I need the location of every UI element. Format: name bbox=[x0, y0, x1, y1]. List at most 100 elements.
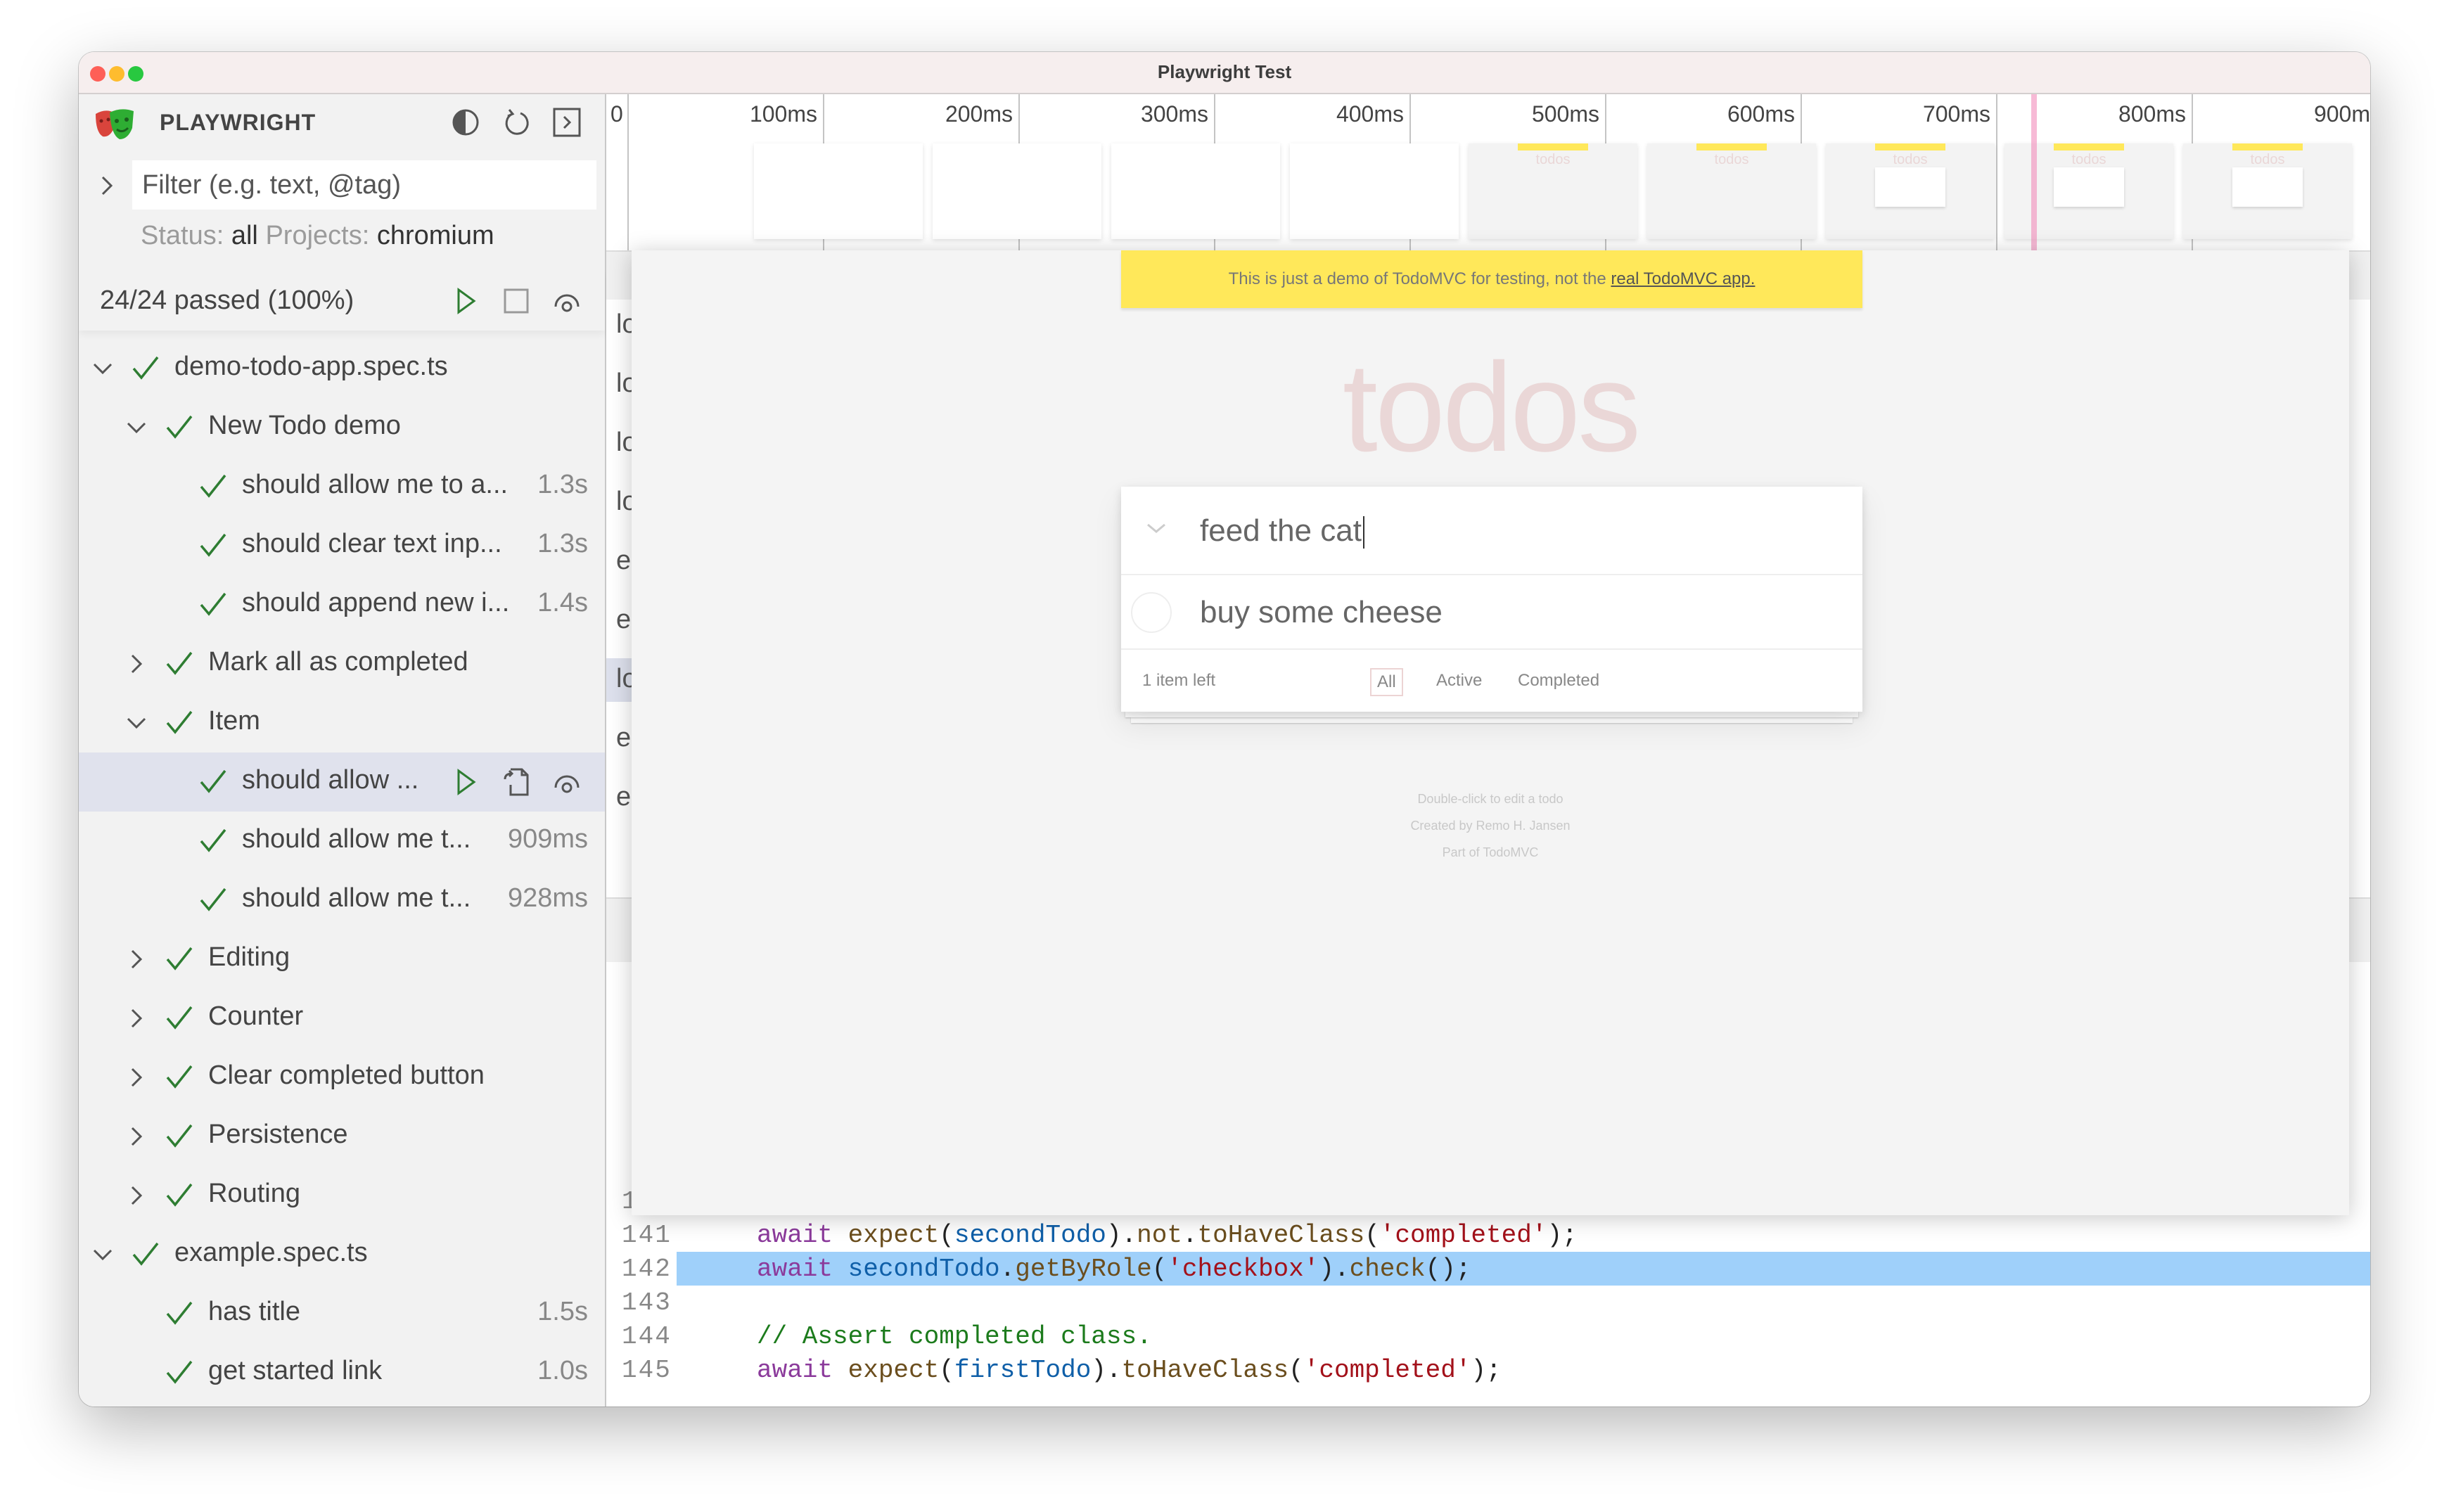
tree-item[interactable]: Counter bbox=[79, 989, 605, 1048]
tree-item[interactable]: should clear text inp... 1.3s bbox=[79, 516, 605, 575]
items-left-count: 1 item left bbox=[1142, 671, 1216, 690]
tree-item[interactable]: should append new i... 1.4s bbox=[79, 575, 605, 634]
run-all-icon[interactable] bbox=[450, 286, 481, 316]
thumb-banner bbox=[1696, 143, 1767, 150]
toggle-panel-icon[interactable] bbox=[551, 107, 582, 138]
tree-item[interactable]: Routing bbox=[79, 1166, 605, 1225]
filter-completed[interactable]: Completed bbox=[1512, 668, 1605, 693]
toggle-all-icon[interactable] bbox=[1142, 518, 1170, 539]
timeline-tick-label: 900ms bbox=[2313, 101, 2370, 127]
banner-link[interactable]: real TodoMVC app. bbox=[1611, 269, 1755, 288]
action-item-label[interactable]: e bbox=[616, 723, 631, 753]
tree-item-label: get started link bbox=[208, 1356, 383, 1385]
todo-item[interactable]: buy some cheese bbox=[1121, 575, 1862, 650]
timeline-thumbnail[interactable]: todos bbox=[1469, 143, 1637, 239]
tree-item[interactable]: demo-todo-app.spec.ts bbox=[79, 339, 605, 398]
watch-test-icon[interactable] bbox=[551, 767, 582, 797]
thumb-card bbox=[2232, 167, 2303, 207]
filter-all[interactable]: All bbox=[1370, 668, 1403, 696]
timeline[interactable]: 0 100ms 200ms 300ms 400ms 500ms 600ms 700ms 800… bbox=[606, 94, 2370, 252]
tree-item[interactable]: Editing bbox=[79, 930, 605, 989]
thumb-title: todos bbox=[2250, 152, 2285, 167]
filter-input[interactable] bbox=[132, 160, 596, 210]
tree-item[interactable]: Mark all as completed bbox=[79, 634, 605, 693]
tree-item-label: Mark all as completed bbox=[208, 647, 468, 677]
code-token: ). bbox=[1319, 1255, 1350, 1283]
tree-item[interactable]: Persistence bbox=[79, 1107, 605, 1166]
code-token: toHaveClass bbox=[1121, 1356, 1289, 1385]
projects-value[interactable]: chromium bbox=[377, 221, 494, 250]
tree-item[interactable]: should allow ... bbox=[79, 752, 605, 812]
code-token: secondTodo bbox=[848, 1255, 1000, 1283]
timeline-thumbnail[interactable] bbox=[933, 143, 1101, 239]
passed-check-icon bbox=[200, 592, 226, 616]
action-item-label[interactable]: e bbox=[616, 605, 631, 635]
tree-item[interactable]: Item bbox=[79, 693, 605, 752]
chevron-right-icon[interactable] bbox=[124, 947, 149, 972]
status-label: Status: bbox=[141, 221, 224, 250]
code-token: await bbox=[757, 1255, 848, 1283]
filter-active[interactable]: Active bbox=[1431, 668, 1488, 693]
timeline-thumbnail[interactable]: todos bbox=[1826, 143, 1995, 239]
tree-item-label: Counter bbox=[208, 1001, 304, 1031]
action-item-label[interactable]: e bbox=[616, 782, 631, 812]
new-todo-input[interactable]: feed the cat bbox=[1121, 487, 1862, 575]
timeline-tick-label: 500ms bbox=[1531, 101, 1599, 127]
tree-item[interactable]: Clear completed button bbox=[79, 1048, 605, 1107]
chevron-down-icon[interactable] bbox=[124, 415, 149, 440]
tree-item[interactable]: example.spec.ts bbox=[79, 1225, 605, 1284]
test-duration: 1.3s bbox=[537, 529, 588, 558]
chevron-down-icon[interactable] bbox=[124, 710, 149, 736]
chevron-down-icon[interactable] bbox=[90, 356, 115, 381]
tree-item-label: should allow me to a... bbox=[242, 470, 509, 499]
thumb-banner bbox=[1518, 143, 1588, 150]
stop-icon[interactable] bbox=[501, 286, 532, 316]
test-duration: 1.5s bbox=[537, 1297, 588, 1326]
run-test-icon[interactable] bbox=[450, 767, 481, 797]
chevron-right-icon[interactable] bbox=[124, 651, 149, 677]
status-value[interactable]: all bbox=[231, 221, 258, 250]
timeline-cursor[interactable] bbox=[2031, 94, 2038, 250]
code-token: expect bbox=[848, 1221, 940, 1250]
code-token: getByRole bbox=[1015, 1255, 1152, 1283]
info-edit-hint: Double-click to edit a todo bbox=[1417, 792, 1564, 806]
code-token: secondTodo bbox=[954, 1221, 1106, 1250]
timeline-thumbnail[interactable] bbox=[1290, 143, 1459, 239]
thumb-title: todos bbox=[1714, 152, 1749, 167]
tree-item[interactable]: get started link 1.0s bbox=[79, 1343, 605, 1402]
chevron-right-icon[interactable] bbox=[124, 1124, 149, 1149]
timeline-thumbnail[interactable] bbox=[1111, 143, 1280, 239]
chevron-right-icon[interactable] bbox=[96, 173, 117, 198]
action-item-label[interactable]: e bbox=[616, 546, 631, 576]
tree-item-label: should append new i... bbox=[242, 588, 510, 617]
timeline-thumbnail[interactable]: todos bbox=[2183, 143, 2352, 239]
reload-icon[interactable] bbox=[501, 107, 532, 138]
passed-check-icon bbox=[166, 1065, 193, 1089]
chevron-right-icon[interactable] bbox=[124, 1006, 149, 1031]
passed-check-icon bbox=[166, 415, 193, 439]
chevron-right-icon[interactable] bbox=[124, 1065, 149, 1090]
timeline-thumbnail[interactable] bbox=[754, 143, 923, 239]
summary-row: 24/24 passed (100%) bbox=[79, 271, 605, 331]
app-window: Playwright Test PLAYWRIGHT Filter (e.g. … bbox=[79, 52, 2370, 1407]
code-line-highlighted: 142 await secondTodo.getByRole('checkbox'… bbox=[606, 1252, 2370, 1286]
tree-item[interactable]: should allow me t... 909ms bbox=[79, 812, 605, 871]
status-filter[interactable]: Status: all Projects: chromium bbox=[141, 221, 494, 251]
chevron-down-icon[interactable] bbox=[90, 1242, 115, 1267]
tree-item[interactable]: should allow me t... 928ms bbox=[79, 871, 605, 930]
test-duration: 1.0s bbox=[537, 1356, 588, 1385]
watch-icon[interactable] bbox=[551, 286, 582, 316]
tree-item[interactable]: New Todo demo bbox=[79, 398, 605, 457]
projects-label: Projects: bbox=[265, 221, 370, 250]
timeline-thumbnail[interactable]: todos bbox=[2004, 143, 2173, 239]
timeline-tick-label: 400ms bbox=[1336, 101, 1404, 127]
todo-checkbox[interactable] bbox=[1131, 592, 1172, 633]
timeline-thumbnail[interactable]: todos bbox=[1647, 143, 1816, 239]
go-to-file-icon[interactable] bbox=[501, 767, 532, 797]
tree-item[interactable]: has title 1.5s bbox=[79, 1284, 605, 1343]
theme-toggle-icon[interactable] bbox=[450, 107, 481, 138]
chevron-right-icon[interactable] bbox=[124, 1183, 149, 1208]
source-code-view: 140const secondTodo = page.getByTestId('… bbox=[606, 1184, 2370, 1407]
tree-item[interactable]: should allow me to a... 1.3s bbox=[79, 457, 605, 516]
code-token: expect bbox=[848, 1356, 940, 1385]
